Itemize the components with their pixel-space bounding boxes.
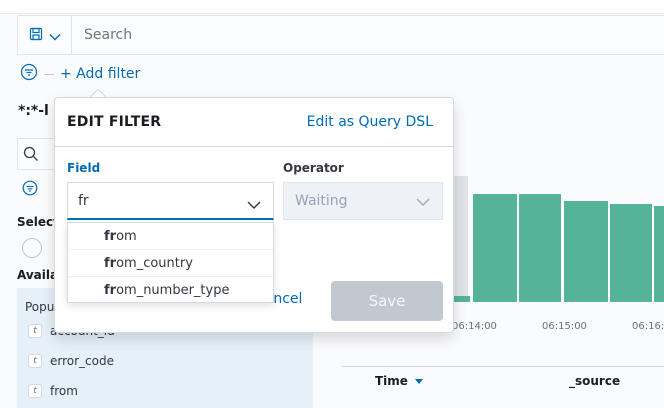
field-name: error_code — [50, 354, 114, 368]
x-tick-label: 06:14:00 — [452, 321, 497, 332]
field-item-error-code[interactable]: t error_code — [28, 354, 114, 368]
operator-label: Operator — [283, 161, 344, 175]
filter-bar: + Add filter — [20, 63, 140, 85]
discover-app: + Add filter *:*-l Selecte Availa Popu t… — [0, 0, 664, 408]
add-filter-link[interactable]: + Add filter — [60, 66, 140, 82]
operator-value: Waiting — [295, 193, 348, 209]
field-search-input[interactable] — [17, 138, 57, 170]
histogram-bar[interactable] — [519, 194, 561, 302]
document-table-header: Time _source — [342, 366, 664, 408]
suggestion-rest: om — [116, 228, 137, 244]
edit-as-query-dsl-link[interactable]: Edit as Query DSL — [307, 114, 433, 130]
operator-combobox[interactable]: Waiting — [283, 182, 443, 220]
suggestion-match: fr — [104, 255, 117, 271]
string-type-icon: t — [28, 384, 42, 398]
save-icon — [29, 26, 43, 45]
column-label: Time — [375, 374, 408, 388]
suggestion-rest: om_country — [116, 255, 193, 271]
search-input[interactable] — [72, 16, 664, 54]
sort-down-icon[interactable] — [415, 374, 424, 388]
saved-query-button[interactable] — [18, 16, 72, 54]
top-header-cut — [0, 0, 664, 14]
histogram-bar[interactable] — [564, 201, 608, 302]
search-icon — [23, 146, 39, 166]
histogram-bar[interactable] — [610, 204, 652, 302]
suggestion-option[interactable]: fr om_country — [68, 250, 273, 277]
field-combobox[interactable] — [67, 182, 274, 220]
suggestion-option[interactable]: fr om_number_type — [68, 277, 273, 304]
field-item-from[interactable]: t from — [28, 384, 78, 398]
query-bar — [17, 15, 664, 55]
field-filter-icon[interactable] — [22, 180, 38, 200]
field-label: Field — [67, 161, 101, 175]
index-pattern-title[interactable]: *:*-l — [18, 103, 49, 119]
save-button[interactable]: Save — [331, 281, 443, 321]
popover-title: EDIT FILTER — [67, 114, 162, 130]
filter-options-icon[interactable] — [20, 63, 38, 85]
histogram-bar[interactable] — [473, 194, 517, 302]
suggestion-rest: om_number_type — [116, 283, 230, 298]
suggestion-match: fr — [104, 228, 117, 244]
time-column-header[interactable]: Time — [375, 374, 424, 388]
filter-divider — [44, 73, 54, 75]
chevron-down-icon[interactable] — [247, 195, 261, 214]
suggestion-option[interactable]: fr om — [68, 223, 273, 250]
suggestion-match: fr — [104, 283, 117, 298]
available-fields-heading: Availa — [17, 268, 59, 282]
field-suggestions-list: fr om fr om_country fr om_number_type — [67, 222, 274, 303]
field-name: from — [50, 384, 78, 398]
source-field-icon — [22, 238, 42, 258]
string-type-icon: t — [28, 354, 42, 368]
histogram-bar[interactable] — [654, 206, 664, 302]
x-tick-label: 06:16:0 — [632, 321, 664, 332]
chevron-down-icon — [416, 195, 430, 211]
field-input[interactable] — [78, 192, 238, 209]
popular-fields-heading: Popu — [25, 300, 55, 314]
popover-divider — [55, 146, 453, 147]
source-column-header: _source — [569, 374, 621, 388]
string-type-icon: t — [28, 324, 42, 338]
histogram-bar[interactable] — [452, 296, 470, 302]
x-tick-label: 06:15:00 — [542, 321, 587, 332]
chevron-down-icon — [49, 26, 61, 45]
